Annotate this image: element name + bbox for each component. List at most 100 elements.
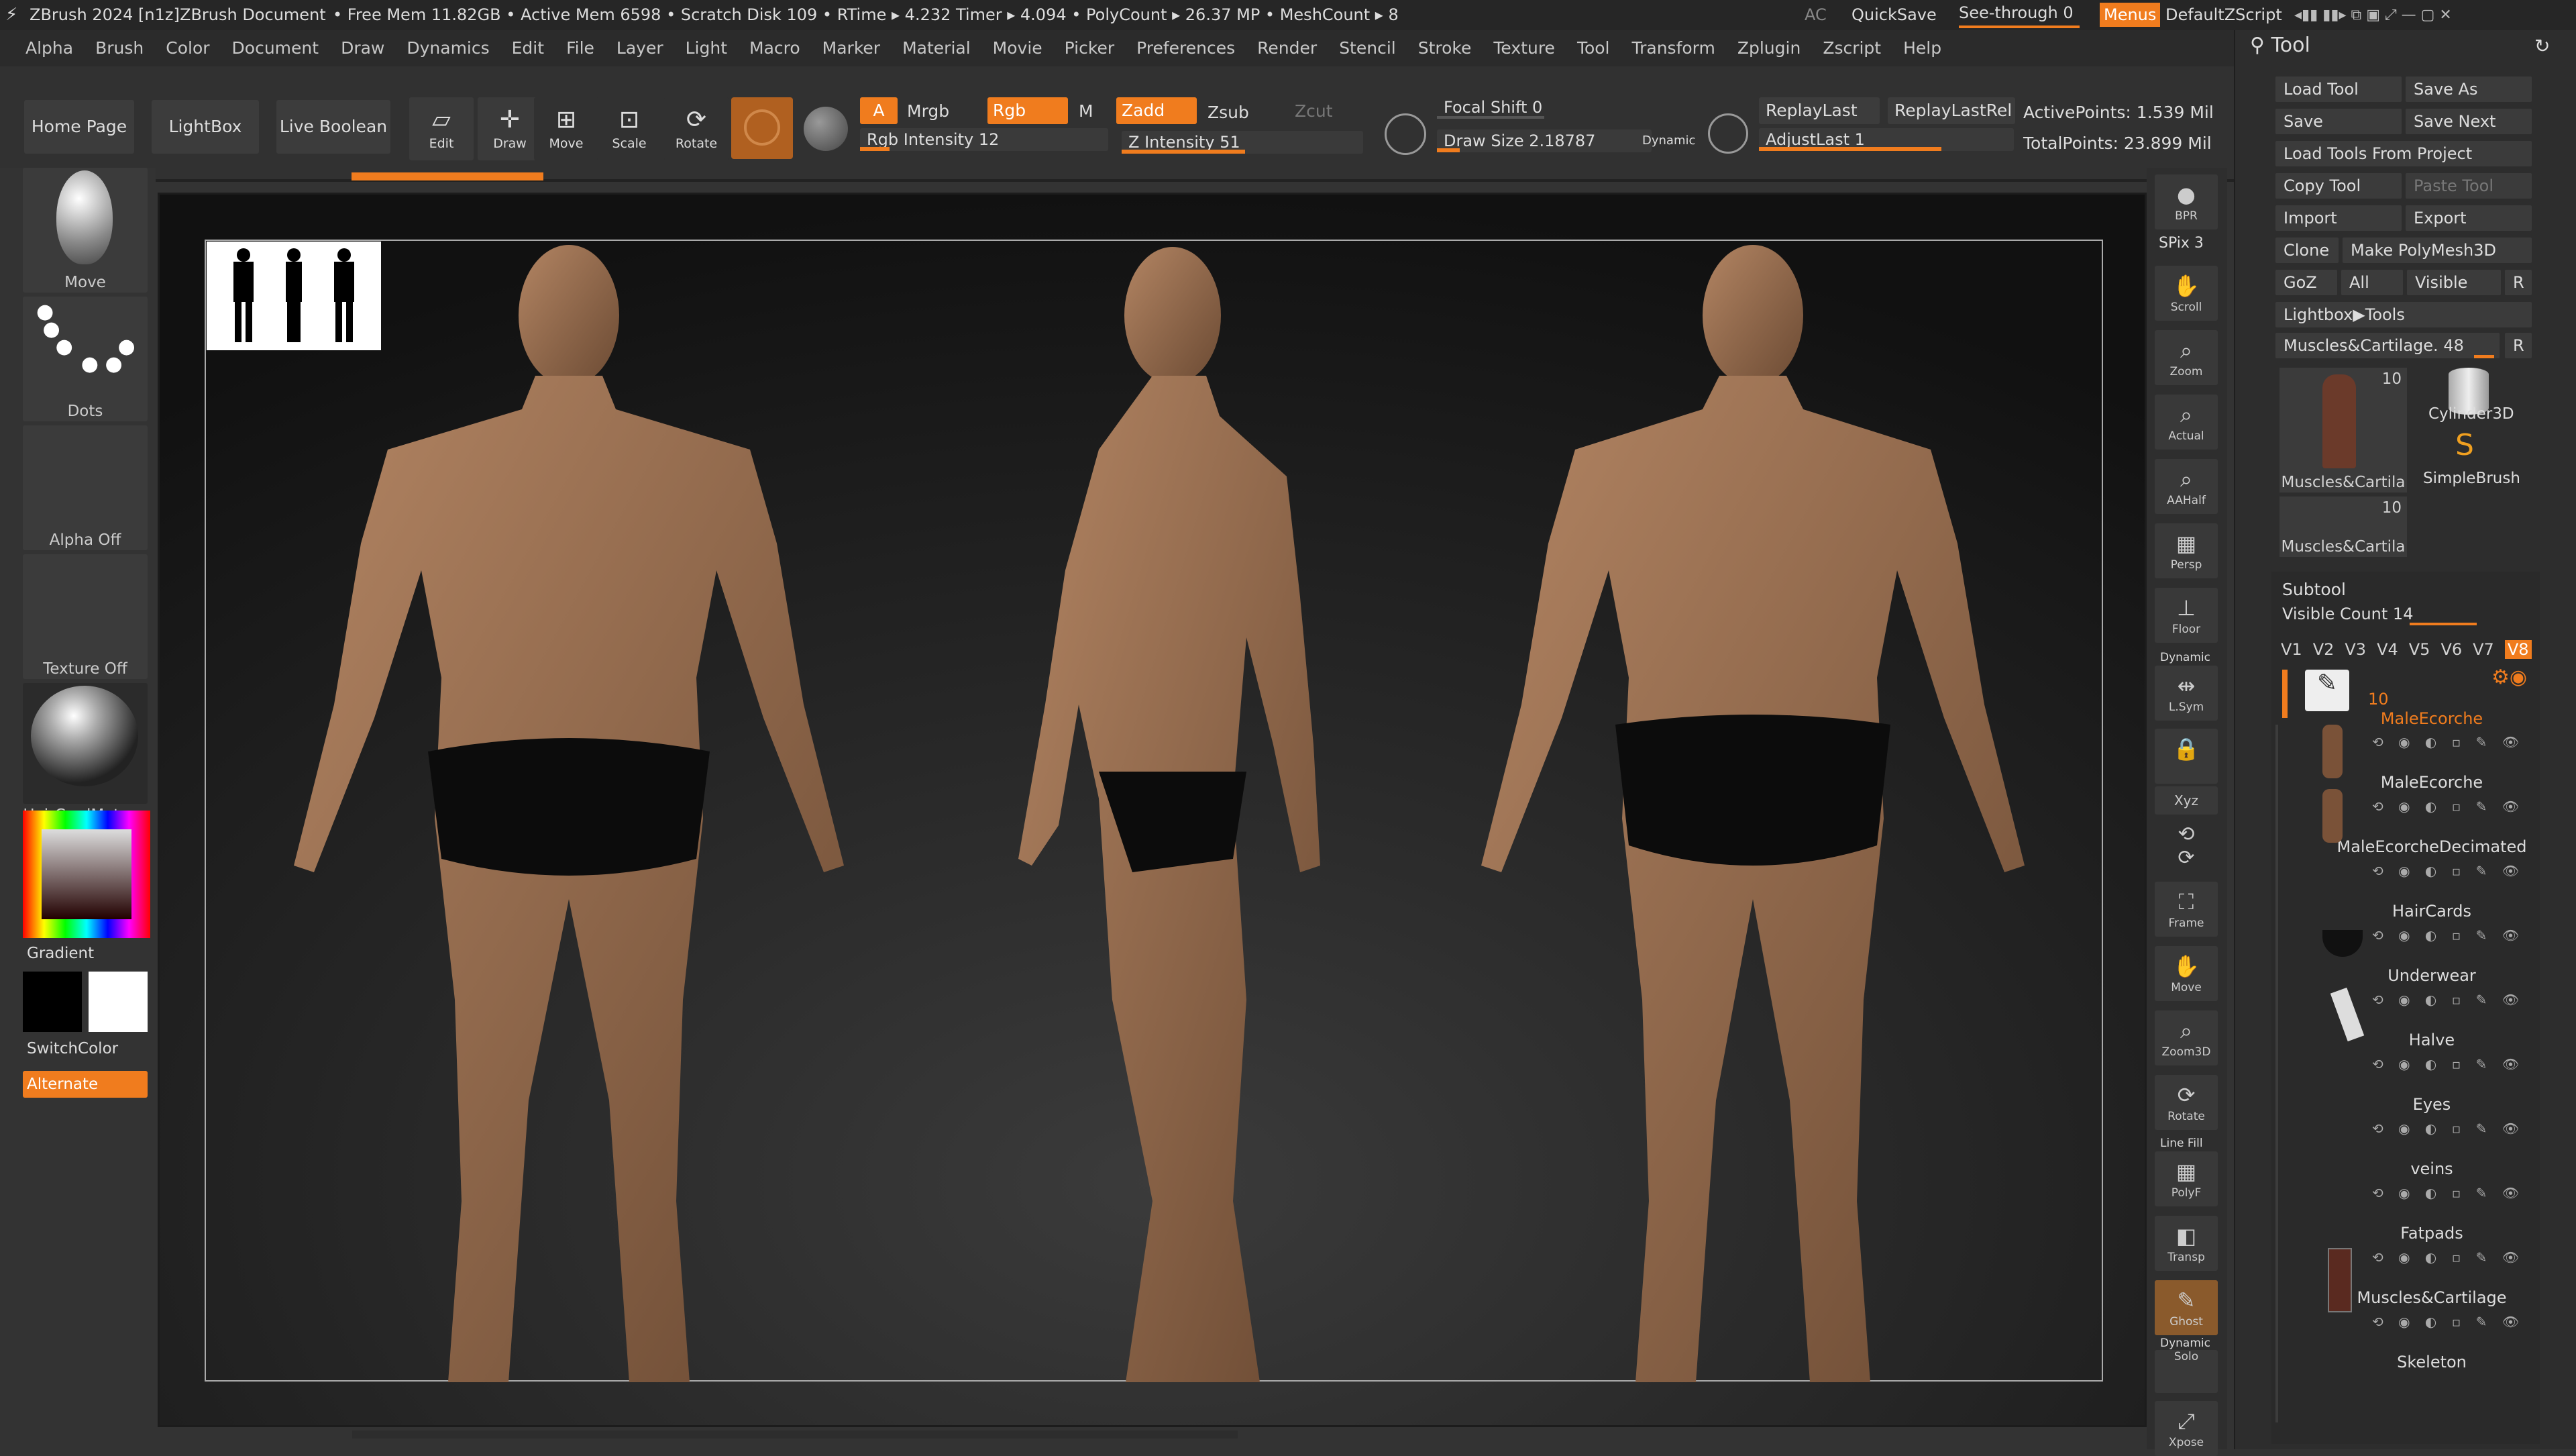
- subtool-row-icons-4[interactable]: ⟲ ◉ ◐ ▫ ✎ 👁: [2372, 992, 2524, 1008]
- window-controls-icon[interactable]: ◂▮▮ ▮▮▸ ⧉ ▣ ⤢ — ▢ ✕: [2294, 0, 2452, 30]
- bpr-button[interactable]: ● BPR: [2155, 174, 2218, 229]
- save-button[interactable]: Save: [2275, 109, 2402, 134]
- export-button[interactable]: Export: [2406, 205, 2532, 231]
- zoom3d-button[interactable]: ⌕ Zoom3D: [2155, 1010, 2218, 1065]
- simplebrush-icon[interactable]: S: [2455, 428, 2474, 462]
- menu-render[interactable]: Render: [1257, 30, 1317, 66]
- subtool-name-3[interactable]: HairCards: [2331, 902, 2532, 921]
- zoom-button[interactable]: ⌕ Zoom: [2155, 330, 2218, 385]
- scroll-button[interactable]: ✋ Scroll: [2155, 266, 2218, 321]
- menu-zplugin[interactable]: Zplugin: [1737, 30, 1801, 66]
- menu-light[interactable]: Light: [686, 30, 727, 66]
- zsub-toggle[interactable]: Zsub: [1208, 103, 1249, 122]
- subtool-row-icons-8[interactable]: ⟲ ◉ ◐ ▫ ✎ 👁: [2372, 1249, 2524, 1265]
- subtool-row-icons-3[interactable]: ⟲ ◉ ◐ ▫ ✎ 👁: [2372, 927, 2524, 943]
- aahalf-button[interactable]: ⌕ AAHalf: [2155, 459, 2218, 514]
- goz-all-button[interactable]: All: [2341, 270, 2403, 295]
- focal-shift-slider[interactable]: Focal Shift 0: [1437, 96, 1652, 119]
- subtool-row-icons-7[interactable]: ⟲ ◉ ◐ ▫ ✎ 👁: [2372, 1185, 2524, 1201]
- subtool-name-4[interactable]: Underwear: [2331, 966, 2532, 985]
- menu-stencil[interactable]: Stencil: [1339, 30, 1396, 66]
- copy-tool-button[interactable]: Copy Tool: [2275, 173, 2402, 199]
- version-v6[interactable]: V6: [2440, 640, 2462, 659]
- adjust-last-slider[interactable]: AdjustLast 1: [1759, 128, 2014, 151]
- solo-button[interactable]: Solo: [2155, 1350, 2218, 1393]
- spix-slider[interactable]: SPix 3: [2159, 235, 2204, 252]
- persp-button[interactable]: ▦ Persp: [2155, 523, 2218, 578]
- scale-mode-button[interactable]: ⊡ Scale: [597, 97, 661, 160]
- subtool-row-icons-2[interactable]: ⟲ ◉ ◐ ▫ ✎ 👁: [2372, 863, 2524, 879]
- xpose-button[interactable]: ⤢ Xpose: [2155, 1401, 2218, 1456]
- make-polymesh3d-button[interactable]: Make PolyMesh3D: [2343, 238, 2532, 263]
- tool-palette-title[interactable]: ⚲ Tool: [2250, 34, 2310, 57]
- menu-preferences[interactable]: Preferences: [1136, 30, 1235, 66]
- load-tools-from-project-button[interactable]: Load Tools From Project: [2275, 141, 2532, 166]
- mrgb-toggle[interactable]: Mrgb: [907, 101, 949, 121]
- menu-alpha[interactable]: Alpha: [25, 30, 73, 66]
- lock-button[interactable]: 🔒: [2155, 729, 2218, 784]
- version-v2[interactable]: V2: [2313, 640, 2334, 659]
- menu-texture[interactable]: Texture: [1493, 30, 1555, 66]
- version-v5[interactable]: V5: [2409, 640, 2430, 659]
- save-as-button[interactable]: Save As: [2406, 76, 2532, 102]
- zcut-toggle[interactable]: Zcut: [1295, 101, 1333, 121]
- edit-mode-button[interactable]: ▱ Edit: [409, 97, 474, 160]
- menu-draw[interactable]: Draw: [341, 30, 384, 66]
- paste-tool-button[interactable]: Paste Tool: [2406, 173, 2532, 199]
- menu-dynamics[interactable]: Dynamics: [407, 30, 489, 66]
- subtool-name-10[interactable]: Skeleton: [2331, 1353, 2532, 1371]
- tool-thumbnail-muscles[interactable]: 10 Muscles&Cartila: [2279, 368, 2407, 492]
- visible-count-slider[interactable]: Visible Count 14: [2275, 603, 2532, 625]
- lightbox-button[interactable]: LightBox: [152, 100, 259, 154]
- subtool-name-7[interactable]: veins: [2331, 1159, 2532, 1178]
- subtool-row-icons-1[interactable]: ⟲ ◉ ◐ ▫ ✎ 👁: [2372, 798, 2524, 815]
- polyf-button[interactable]: ▦ PolyF: [2155, 1151, 2218, 1206]
- brush-thumbnail[interactable]: Move: [23, 168, 148, 293]
- ac-indicator[interactable]: AC: [1805, 0, 1827, 30]
- subtool-name-1[interactable]: MaleEcorche: [2331, 773, 2532, 792]
- menu-stroke[interactable]: Stroke: [1418, 30, 1472, 66]
- replay-last-rel-button[interactable]: ReplayLastRel: [1888, 97, 2015, 124]
- alternate-button[interactable]: Alternate: [23, 1071, 148, 1098]
- material-thumbnail[interactable]: HairCardMatcap: [23, 683, 148, 824]
- quicksave-button[interactable]: QuickSave: [1851, 0, 1937, 30]
- bottom-scroll-indicator[interactable]: [352, 1431, 1238, 1439]
- subtool-row-icons-6[interactable]: ⟲ ◉ ◐ ▫ ✎ 👁: [2372, 1121, 2524, 1137]
- menu-picker[interactable]: Picker: [1065, 30, 1114, 66]
- gradient-label[interactable]: Gradient: [27, 945, 94, 962]
- rotate-mode-button[interactable]: ⟳ Rotate: [664, 97, 729, 160]
- menu-movie[interactable]: Movie: [993, 30, 1042, 66]
- frame-button[interactable]: ⛶ Frame: [2155, 882, 2218, 937]
- ghost-button[interactable]: ✎ Ghost: [2155, 1280, 2218, 1335]
- rgb-intensity-slider[interactable]: Rgb Intensity 12: [860, 128, 1108, 151]
- clone-button[interactable]: Clone: [2275, 238, 2339, 263]
- subtool-row-icons-9[interactable]: ⟲ ◉ ◐ ▫ ✎ 👁: [2372, 1314, 2524, 1330]
- secondary-color-swatch[interactable]: [89, 972, 148, 1032]
- lightbox-tools-button[interactable]: Lightbox▶Tools: [2275, 302, 2532, 327]
- view-move-button[interactable]: ✋ Move: [2155, 946, 2218, 1001]
- model-render[interactable]: [160, 195, 2147, 1427]
- subtool-title[interactable]: Subtool: [2282, 580, 2346, 599]
- folder-settings-icon[interactable]: ⚙◉: [2491, 666, 2527, 689]
- z-intensity-slider[interactable]: Z Intensity 51: [1122, 131, 1363, 154]
- menu-document[interactable]: Document: [232, 30, 319, 66]
- subtool-name-9[interactable]: Muscles&Cartilage: [2331, 1288, 2532, 1307]
- stroke-d-icon[interactable]: [1708, 113, 1748, 154]
- folder-icon[interactable]: ✎: [2305, 670, 2349, 711]
- version-v1[interactable]: V1: [2281, 640, 2302, 659]
- menu-macro[interactable]: Macro: [749, 30, 800, 66]
- menu-file[interactable]: File: [566, 30, 594, 66]
- draw-size-slider[interactable]: Draw Size 2.18787: [1437, 129, 1652, 152]
- view-rotate-button[interactable]: ⟳ Rotate: [2155, 1075, 2218, 1130]
- version-v4[interactable]: V4: [2377, 640, 2398, 659]
- current-tool-r-button[interactable]: R: [2505, 333, 2532, 358]
- replay-last-button[interactable]: ReplayLast: [1759, 97, 1880, 124]
- subtool-scrollbar[interactable]: [2275, 725, 2278, 1422]
- menu-tool[interactable]: Tool: [1577, 30, 1610, 66]
- menu-color[interactable]: Color: [166, 30, 209, 66]
- subtool-name-2[interactable]: MaleEcorcheDecimated: [2331, 837, 2532, 856]
- palette-close-icon[interactable]: ↻: [2534, 35, 2550, 57]
- menus-button[interactable]: Menus: [2100, 3, 2161, 27]
- a-toggle[interactable]: A: [860, 97, 898, 124]
- xyz-button[interactable]: Xyz: [2155, 786, 2218, 815]
